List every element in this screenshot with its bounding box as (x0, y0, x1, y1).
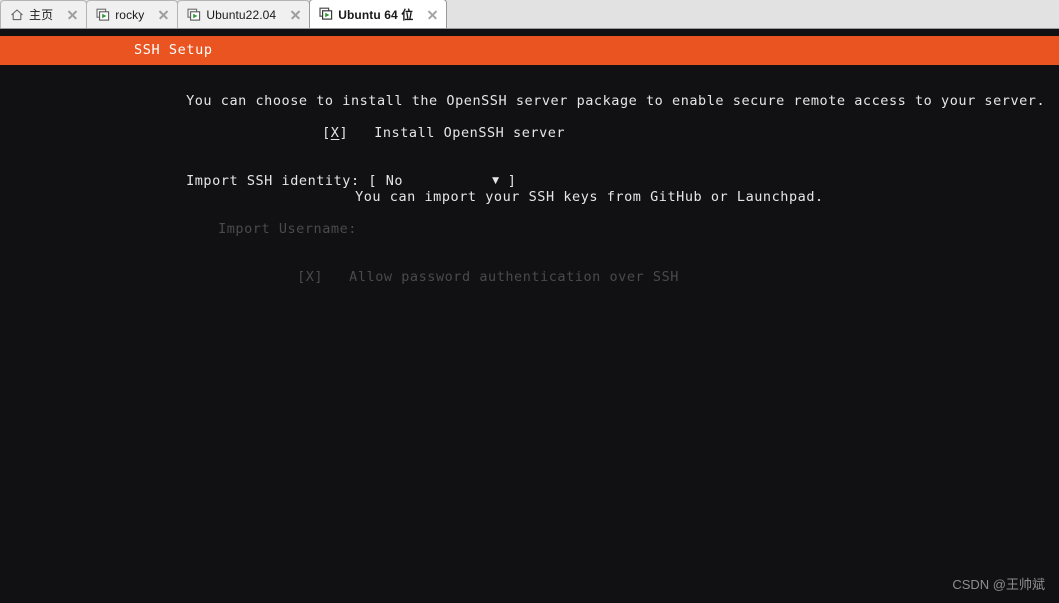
watermark: CSDN @王帅斌 (952, 577, 1045, 592)
vm-icon (187, 8, 201, 22)
import-ssh-identity-help: You can import your SSH keys from GitHub… (303, 161, 824, 233)
home-icon (10, 8, 24, 22)
close-icon[interactable] (288, 7, 303, 22)
install-openssh-label: Install OpenSSH server (374, 125, 566, 141)
allow-password-auth-label: Allow password authentication over SSH (349, 269, 679, 285)
vm-icon (96, 8, 110, 22)
tab-ubuntu2204[interactable]: Ubuntu22.04 (177, 0, 311, 28)
tab-label: Ubuntu22.04 (206, 7, 277, 22)
checkbox-close-bracket: ] (339, 125, 349, 141)
tab-label: Ubuntu 64 位 (338, 7, 414, 22)
vm-icon (319, 7, 333, 21)
import-username-label: Import Username: (218, 221, 357, 237)
installer-form: You can choose to install the OpenSSH se… (0, 65, 1059, 593)
checkbox-open-bracket: [ (322, 125, 331, 141)
tab-label: 主页 (29, 8, 54, 22)
allow-password-auth-checkbox[interactable]: [X] (297, 269, 323, 285)
close-icon[interactable] (65, 7, 80, 22)
tab-label: rocky (115, 7, 145, 22)
close-icon[interactable] (425, 7, 440, 22)
vmware-tab-bar: 主页 rocky Ubuntu22.04 Ubuntu 64 位 (0, 0, 1059, 29)
vm-console-screen[interactable]: SSH Setup You can choose to install the … (0, 29, 1059, 603)
help-text: You can import your SSH keys from GitHub… (355, 189, 824, 205)
close-icon[interactable] (156, 7, 171, 22)
tab-rocky[interactable]: rocky (86, 0, 179, 28)
page-title: SSH Setup (134, 42, 213, 58)
installer-header-bar: SSH Setup (0, 36, 1059, 65)
tab-home[interactable]: 主页 (0, 0, 88, 28)
tab-ubuntu-64[interactable]: Ubuntu 64 位 (309, 0, 448, 28)
allow-password-auth-row: [X] Allow password authentication over S… (245, 241, 679, 313)
